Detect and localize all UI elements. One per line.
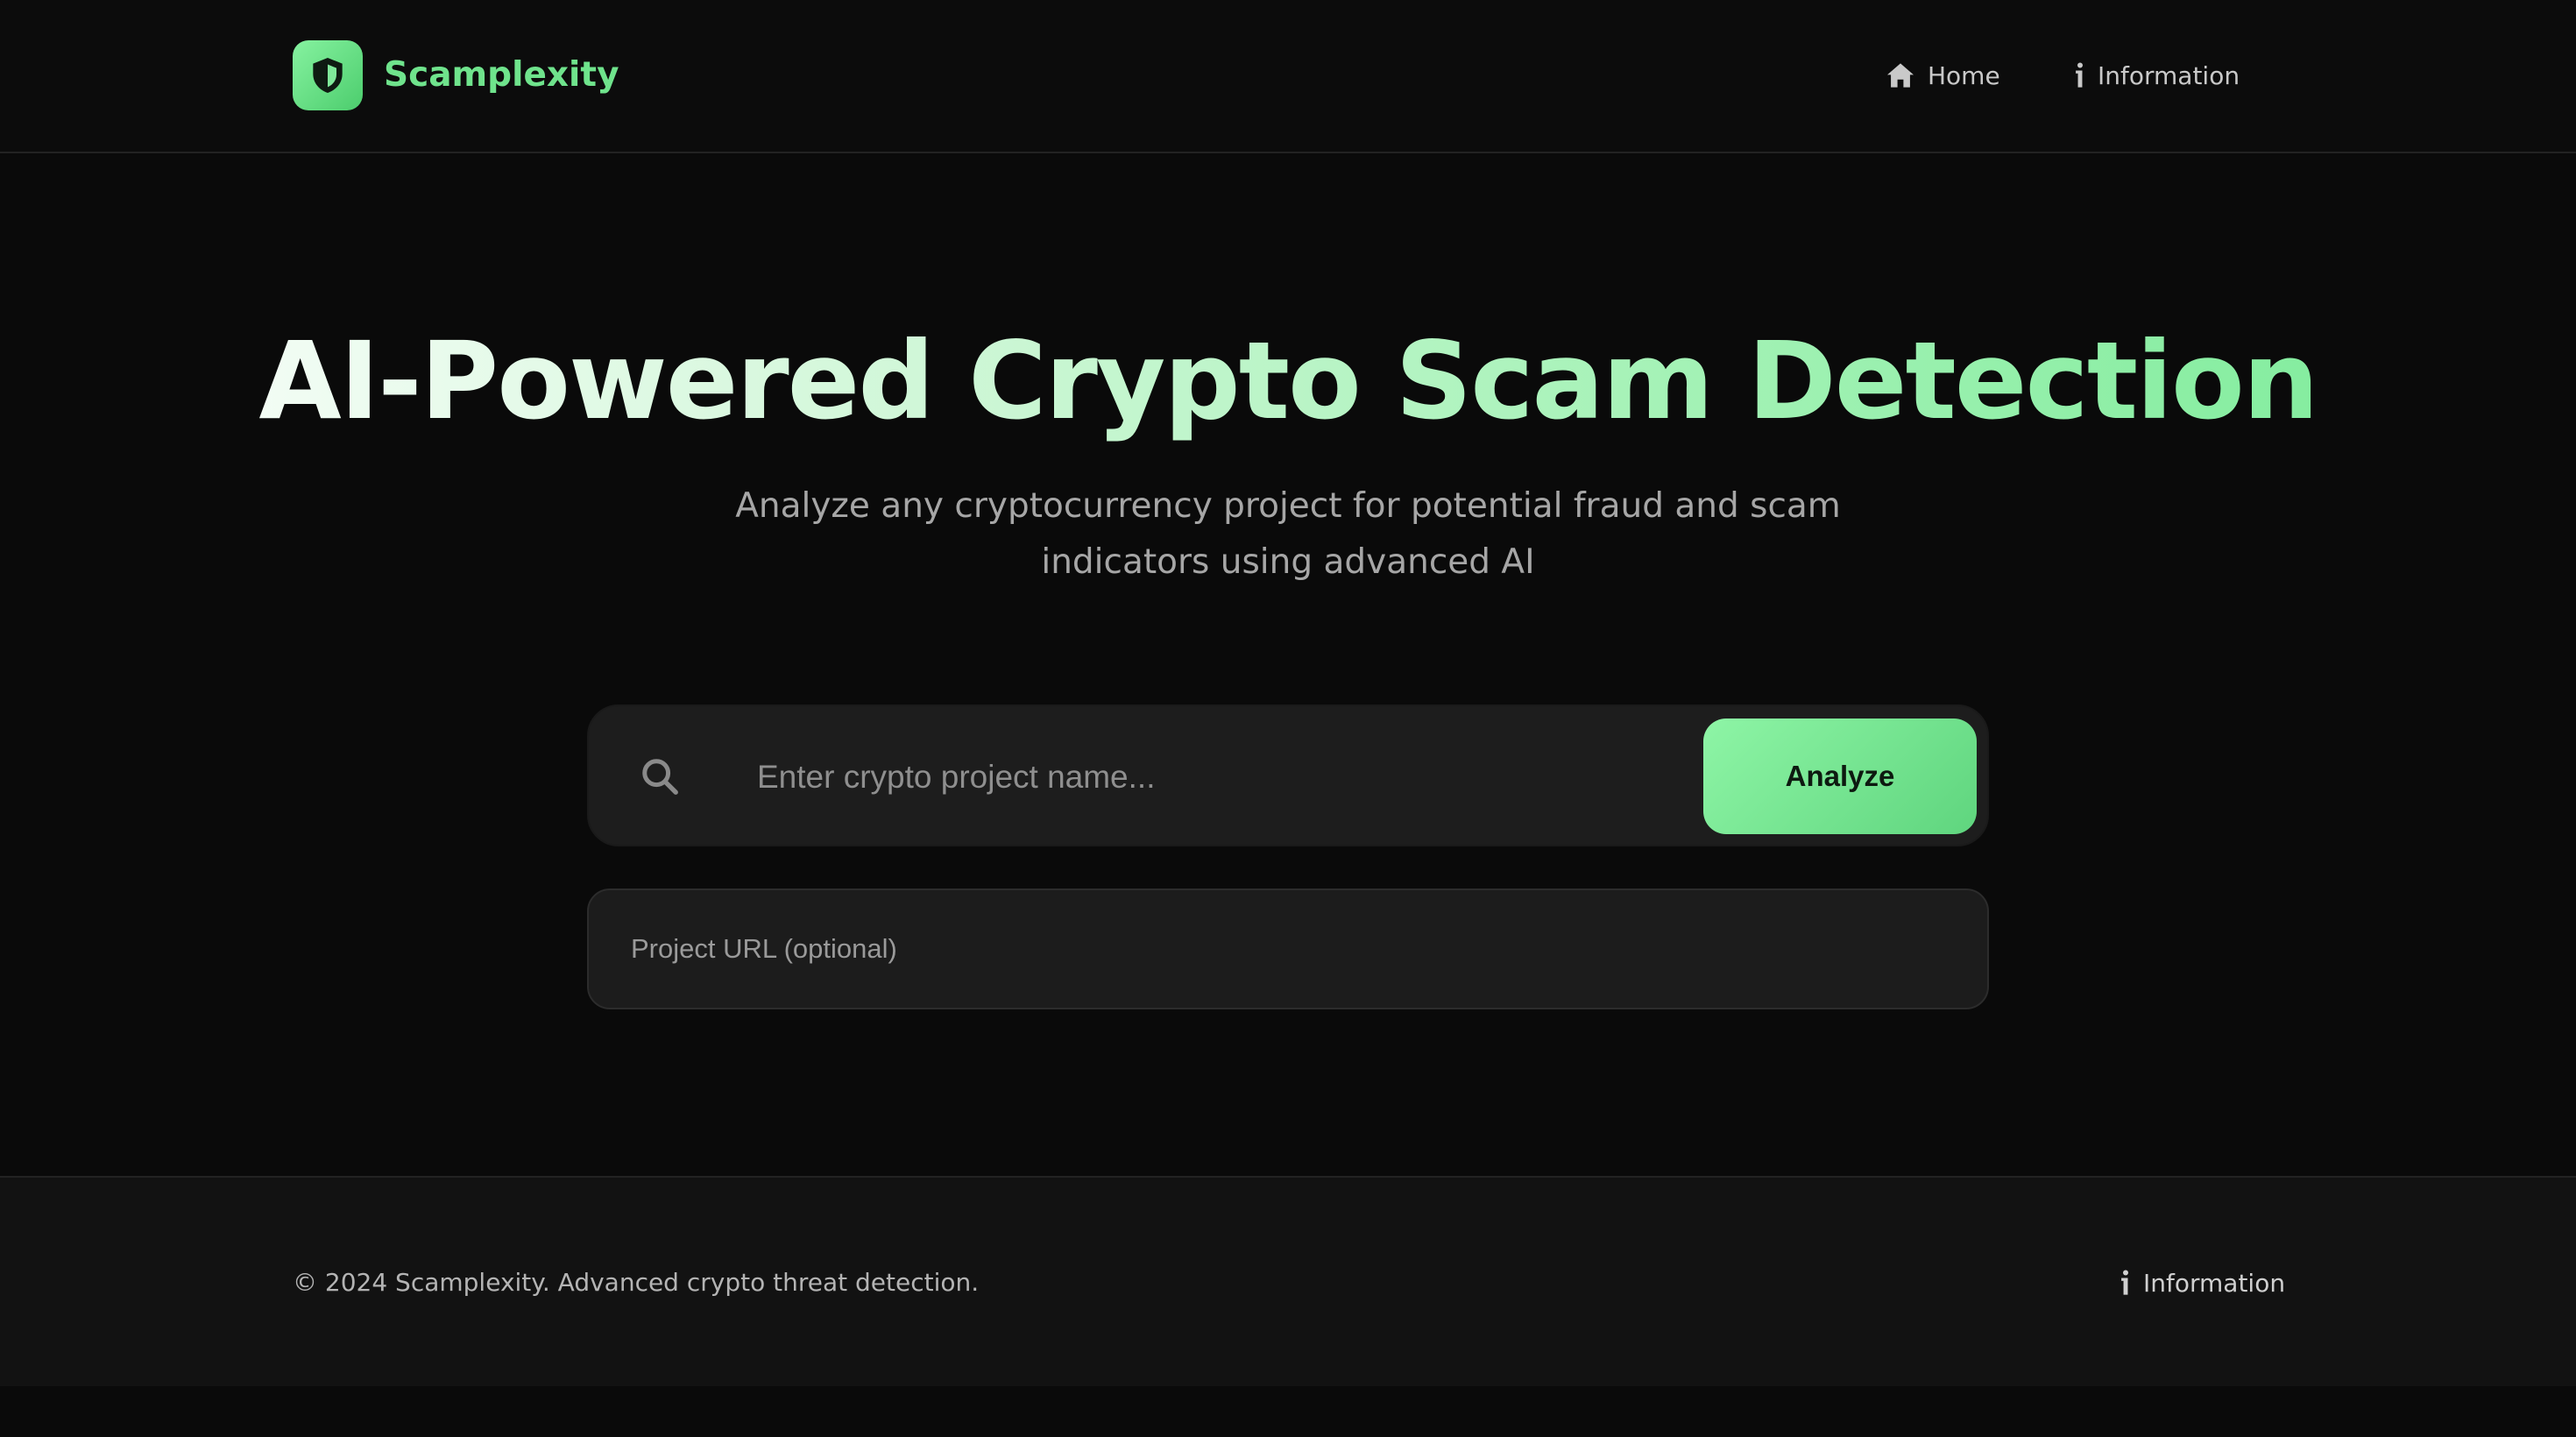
brand-name[interactable]: Scamplexity [384,51,619,100]
page: Scamplexity Home Information AI-Powered … [0,0,2576,1437]
footer-information-link[interactable]: Information [2120,1265,2285,1300]
home-icon [1887,63,1914,88]
nav-information-link[interactable]: Information [2075,58,2240,93]
logo-badge[interactable] [293,40,363,110]
info-icon [2076,62,2083,88]
nav-home-label: Home [1928,60,2000,90]
project-name-input[interactable] [755,741,1684,813]
analyze-button[interactable]: Analyze [1703,718,1977,834]
hero-subtitle: Analyze any cryptocurrency project for p… [735,486,1841,582]
project-url-input[interactable] [587,888,1989,1009]
footer: © 2024 Scamplexity. Advanced crypto thre… [0,1176,2576,1386]
top-navbar: Scamplexity Home Information [0,0,2576,153]
footer-information-label: Information [2143,1268,2286,1298]
search-bar: Analyze [587,704,1989,846]
search-icon [642,759,678,795]
footer-copyright: © 2024 Scamplexity. Advanced crypto thre… [293,1268,980,1297]
nav-home-link[interactable]: Home [1886,58,2000,93]
hero-title: AI-Powered Crypto Scam Detection [0,315,2576,447]
info-icon [2121,1270,2128,1295]
shield-icon [313,58,343,93]
nav-information-label: Information [2098,60,2240,90]
